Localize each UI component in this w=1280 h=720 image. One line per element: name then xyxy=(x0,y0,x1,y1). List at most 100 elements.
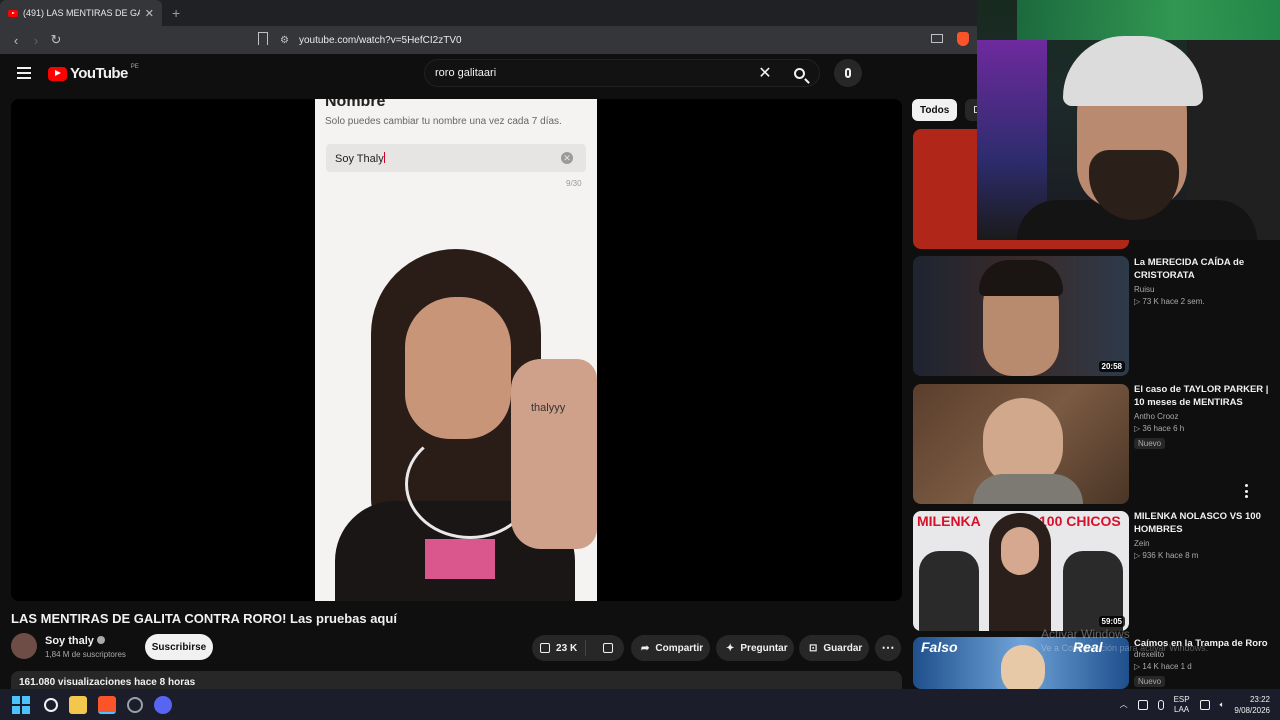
browser-tab[interactable]: (491) LAS MENTIRAS DE GALI ✕ xyxy=(0,0,162,26)
thumbnail-text-left: Falso xyxy=(921,639,958,655)
recommendation-info[interactable]: La MERECIDA CAÍDA de CRISTORATA Ruisu ▷ … xyxy=(1134,256,1270,306)
ask-label: Preguntar xyxy=(740,642,788,654)
tab-title: (491) LAS MENTIRAS DE GALI xyxy=(23,8,140,18)
recommendation-info[interactable]: El caso de TAYLOR PARKER | 10 meses de M… xyxy=(1134,383,1270,451)
recommendation-thumbnail[interactable]: MILENKA 100 CHICOS 59:05 xyxy=(913,511,1129,631)
brave-browser-icon[interactable] xyxy=(98,695,116,714)
recommendation-channel[interactable]: Ruisu xyxy=(1134,285,1270,294)
share-label: Compartir xyxy=(655,642,704,654)
tray-app-icon[interactable] xyxy=(1137,699,1148,710)
like-count: 23 K xyxy=(556,642,578,654)
sparkle-icon: ✦ xyxy=(726,642,735,654)
clear-search-icon[interactable]: ✕ xyxy=(751,63,779,83)
overlay-handle: thalyyy xyxy=(531,402,566,414)
language-indicator[interactable]: ESP LAA xyxy=(1174,695,1190,715)
video-title: LAS MENTIRAS DE GALITA CONTRA RORO! Las … xyxy=(11,611,397,626)
chip-todos[interactable]: Todos xyxy=(912,99,958,121)
volume-icon[interactable]: 🔈︎ xyxy=(1220,700,1225,710)
country-code: PE xyxy=(130,63,139,70)
thumbnail-text-right: 100 CHICOS xyxy=(1039,513,1121,529)
save-button[interactable]: ⊡ Guardar xyxy=(799,635,869,661)
recommendation-meta: ▷ 14 K hace 1 d xyxy=(1134,662,1192,671)
new-badge: Nuevo xyxy=(1134,438,1166,449)
recommendation-info[interactable]: MILENKA NOLASCO VS 100 HOMBRES Zein ▷ 93… xyxy=(1134,510,1270,560)
verified-icon xyxy=(96,636,105,644)
youtube-logo[interactable]: YouTube PE xyxy=(48,63,139,82)
clock-date: 9/08/2026 xyxy=(1234,705,1270,715)
discord-icon[interactable] xyxy=(154,695,172,714)
clock[interactable]: 23:22 9/08/2026 xyxy=(1234,694,1270,716)
windows-taskbar: ︿ ESP LAA 🔈︎ 23:22 9/08/2026 xyxy=(0,689,1280,720)
recommendation-channel[interactable]: Antho Crooz xyxy=(1134,412,1270,421)
search-box[interactable]: roro galitaari ✕ xyxy=(424,59,820,87)
more-options-icon[interactable] xyxy=(1240,484,1252,498)
youtube-play-icon xyxy=(48,66,67,81)
browser-tabstrip: (491) LAS MENTIRAS DE GALI ✕ + xyxy=(0,0,977,26)
recommendation-title[interactable]: MILENKA NOLASCO VS 100 HOMBRES xyxy=(1134,510,1270,536)
overlay-clear-icon: ✕ xyxy=(561,152,573,164)
browser-toolbar: ‹ › ↻ ⚙ youtube.com/watch?v=5HefCI2zTV0 xyxy=(0,26,977,54)
new-tab-button[interactable]: + xyxy=(172,5,180,21)
subscriber-count: 1,84 M de suscriptores xyxy=(45,650,126,659)
recommendation-meta: ▷ 36 hace 6 h xyxy=(1134,424,1185,433)
webcam-overlay xyxy=(977,0,1280,240)
youtube-header: YouTube PE roro galitaari ✕ xyxy=(0,54,977,92)
reload-icon[interactable]: ↻ xyxy=(46,30,66,50)
keyboard-layout: LAA xyxy=(1174,704,1190,714)
like-button[interactable]: 23 K xyxy=(532,640,587,656)
share-button[interactable]: ➦ Compartir xyxy=(631,635,710,661)
recommendation-channel[interactable]: Zein xyxy=(1134,539,1270,548)
search-button[interactable] xyxy=(779,60,819,86)
woman-figure xyxy=(315,239,597,601)
network-icon[interactable] xyxy=(1199,699,1210,710)
language-code: ESP xyxy=(1173,694,1190,704)
thumbs-up-icon xyxy=(540,643,551,653)
windows-start-icon[interactable] xyxy=(12,695,30,714)
more-actions-button[interactable]: ⋯ xyxy=(875,635,901,661)
app-icon[interactable] xyxy=(127,696,143,713)
recommendation-title[interactable]: El caso de TAYLOR PARKER | 10 meses de M… xyxy=(1134,383,1270,409)
url-text[interactable]: youtube.com/watch?v=5HefCI2zTV0 xyxy=(299,35,462,46)
file-explorer-icon[interactable] xyxy=(69,695,87,714)
back-icon[interactable]: ‹ xyxy=(6,30,26,50)
search-input[interactable]: roro galitaari xyxy=(435,67,751,79)
forward-icon[interactable]: › xyxy=(26,30,46,50)
activate-windows-hint: Ve a Configuración para activar Windows. xyxy=(1041,643,1209,653)
system-tray: ︿ ESP LAA 🔈︎ 23:22 9/08/2026 xyxy=(1120,689,1270,720)
ask-button[interactable]: ✦ Preguntar xyxy=(716,635,794,661)
bookmark-icon[interactable] xyxy=(258,32,268,45)
channel-name[interactable]: Soy thaly xyxy=(45,635,105,647)
mic-tray-icon[interactable] xyxy=(1157,699,1164,710)
address-bar[interactable]: ⚙ youtube.com/watch?v=5HefCI2zTV0 xyxy=(280,30,960,50)
close-tab-icon[interactable]: ✕ xyxy=(145,7,154,20)
recommendation-thumbnail[interactable]: 20:58 xyxy=(913,256,1129,376)
overlay-counter: 9/30 xyxy=(566,179,582,188)
like-dislike-group: 23 K xyxy=(532,635,624,661)
overlay-name-value: Soy Thaly xyxy=(335,153,384,165)
site-info-icon[interactable]: ⚙ xyxy=(280,35,289,46)
tray-expand-icon[interactable]: ︿ xyxy=(1120,699,1128,710)
share-icon: ➦ xyxy=(641,642,650,654)
new-badge: Nuevo xyxy=(1134,676,1166,687)
video-frame: Nombre Solo puedes cambiar tu nombre una… xyxy=(315,99,597,601)
recommendation-meta: ▷ 936 K hace 8 m xyxy=(1134,551,1199,560)
menu-icon[interactable] xyxy=(17,67,31,79)
save-label: Guardar xyxy=(823,642,863,654)
video-duration: 59:05 xyxy=(1098,616,1125,627)
voice-search-button[interactable] xyxy=(834,59,862,87)
youtube-favicon-icon xyxy=(8,9,18,17)
subscribe-button[interactable]: Suscribirse xyxy=(145,634,213,660)
channel-avatar[interactable] xyxy=(11,633,37,659)
video-player[interactable]: Nombre Solo puedes cambiar tu nombre una… xyxy=(11,99,902,601)
recommendation-meta: ▷ 73 K hace 2 sem. xyxy=(1134,297,1205,306)
brave-shields-icon[interactable] xyxy=(957,32,969,46)
overlay-subtitle: Solo puedes cambiar tu nombre una vez ca… xyxy=(325,116,562,127)
dislike-button[interactable] xyxy=(592,643,624,653)
views-and-date: 161.080 visualizaciones hace 8 horas xyxy=(19,677,196,688)
recommendation-title[interactable]: La MERECIDA CAÍDA de CRISTORATA xyxy=(1134,256,1270,282)
cast-icon[interactable] xyxy=(931,34,943,43)
search-taskbar-icon[interactable] xyxy=(44,697,58,712)
overlay-name-field: Soy Thaly xyxy=(326,144,586,172)
recommendation-thumbnail[interactable] xyxy=(913,384,1129,504)
microphone-icon xyxy=(845,68,851,78)
